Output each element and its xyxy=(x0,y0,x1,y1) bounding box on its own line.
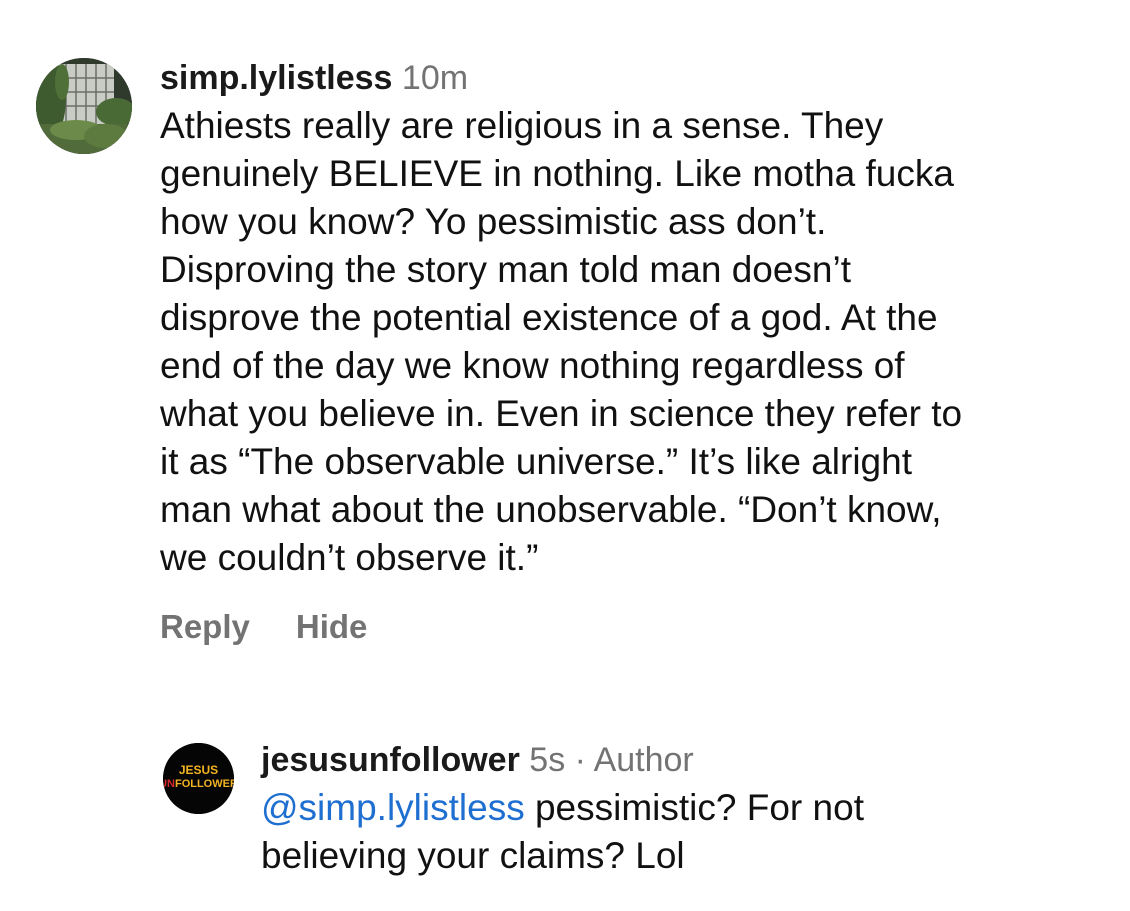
separator-dot: · xyxy=(574,741,586,779)
mention-link[interactable]: @simp.lylistless xyxy=(261,787,525,828)
comment-text-line: Disproving the story man told man doesn’… xyxy=(160,249,852,290)
comment-text-line: Athiests really are religious in a sense… xyxy=(160,105,884,146)
comment-text-line: it as “The observable universe.” It’s li… xyxy=(160,441,912,482)
comment-text-line: genuinely BELIEVE in nothing. Like motha… xyxy=(160,153,954,194)
logo-text-rest: FOLLOWER xyxy=(175,778,234,790)
comment-text-line: what you believe in. Even in science the… xyxy=(160,393,963,434)
logo-text-line-2: UNFOLLOWER xyxy=(163,778,234,790)
logo-text-line-1: JESUS xyxy=(179,763,218,777)
reply-text: @simp.lylistless pessimistic? For not bel… xyxy=(261,784,1061,880)
reply-username[interactable]: jesusunfollower xyxy=(261,741,520,779)
jesus-unfollower-logo-icon: JESUS UNFOLLOWER xyxy=(163,743,234,814)
logo-text-prefix: UN xyxy=(163,778,175,790)
reply-text-line: @simp.lylistless pessimistic? For not xyxy=(261,784,1061,832)
reply-text-fragment: pessimistic? For not xyxy=(524,787,864,828)
avatar[interactable] xyxy=(36,58,132,154)
author-badge: Author xyxy=(593,741,694,779)
hide-button[interactable]: Hide xyxy=(296,608,368,645)
comment-header: simp.lylistless 10m xyxy=(160,58,1110,98)
comment-text-line: how you know? Yo pessimistic ass don’t. xyxy=(160,201,827,242)
comment-timestamp: 10m xyxy=(401,59,469,97)
reply-text-line: believing your claims? Lol xyxy=(261,835,685,876)
reply-timestamp: 5s xyxy=(529,741,566,779)
avatar[interactable]: JESUS UNFOLLOWER xyxy=(163,743,234,814)
comment-actions: Reply Hide xyxy=(160,608,1110,646)
comment-text-line: we couldn’t observe it.” xyxy=(160,537,539,578)
comment-username[interactable]: simp.lylistless xyxy=(160,59,392,97)
comment-text-line: end of the day we know nothing regardles… xyxy=(160,345,905,386)
reply-header: jesusunfollower 5s · Author xyxy=(261,740,1061,780)
greenhouse-window-photo-icon xyxy=(36,58,132,154)
comment-text: Athiests really are religious in a sense… xyxy=(160,102,1110,582)
comment-text-line: disprove the potential existence of a go… xyxy=(160,297,938,338)
comment-text-line: man what about the unobservable. “Don’t … xyxy=(160,489,942,530)
reply-button[interactable]: Reply xyxy=(160,608,250,645)
